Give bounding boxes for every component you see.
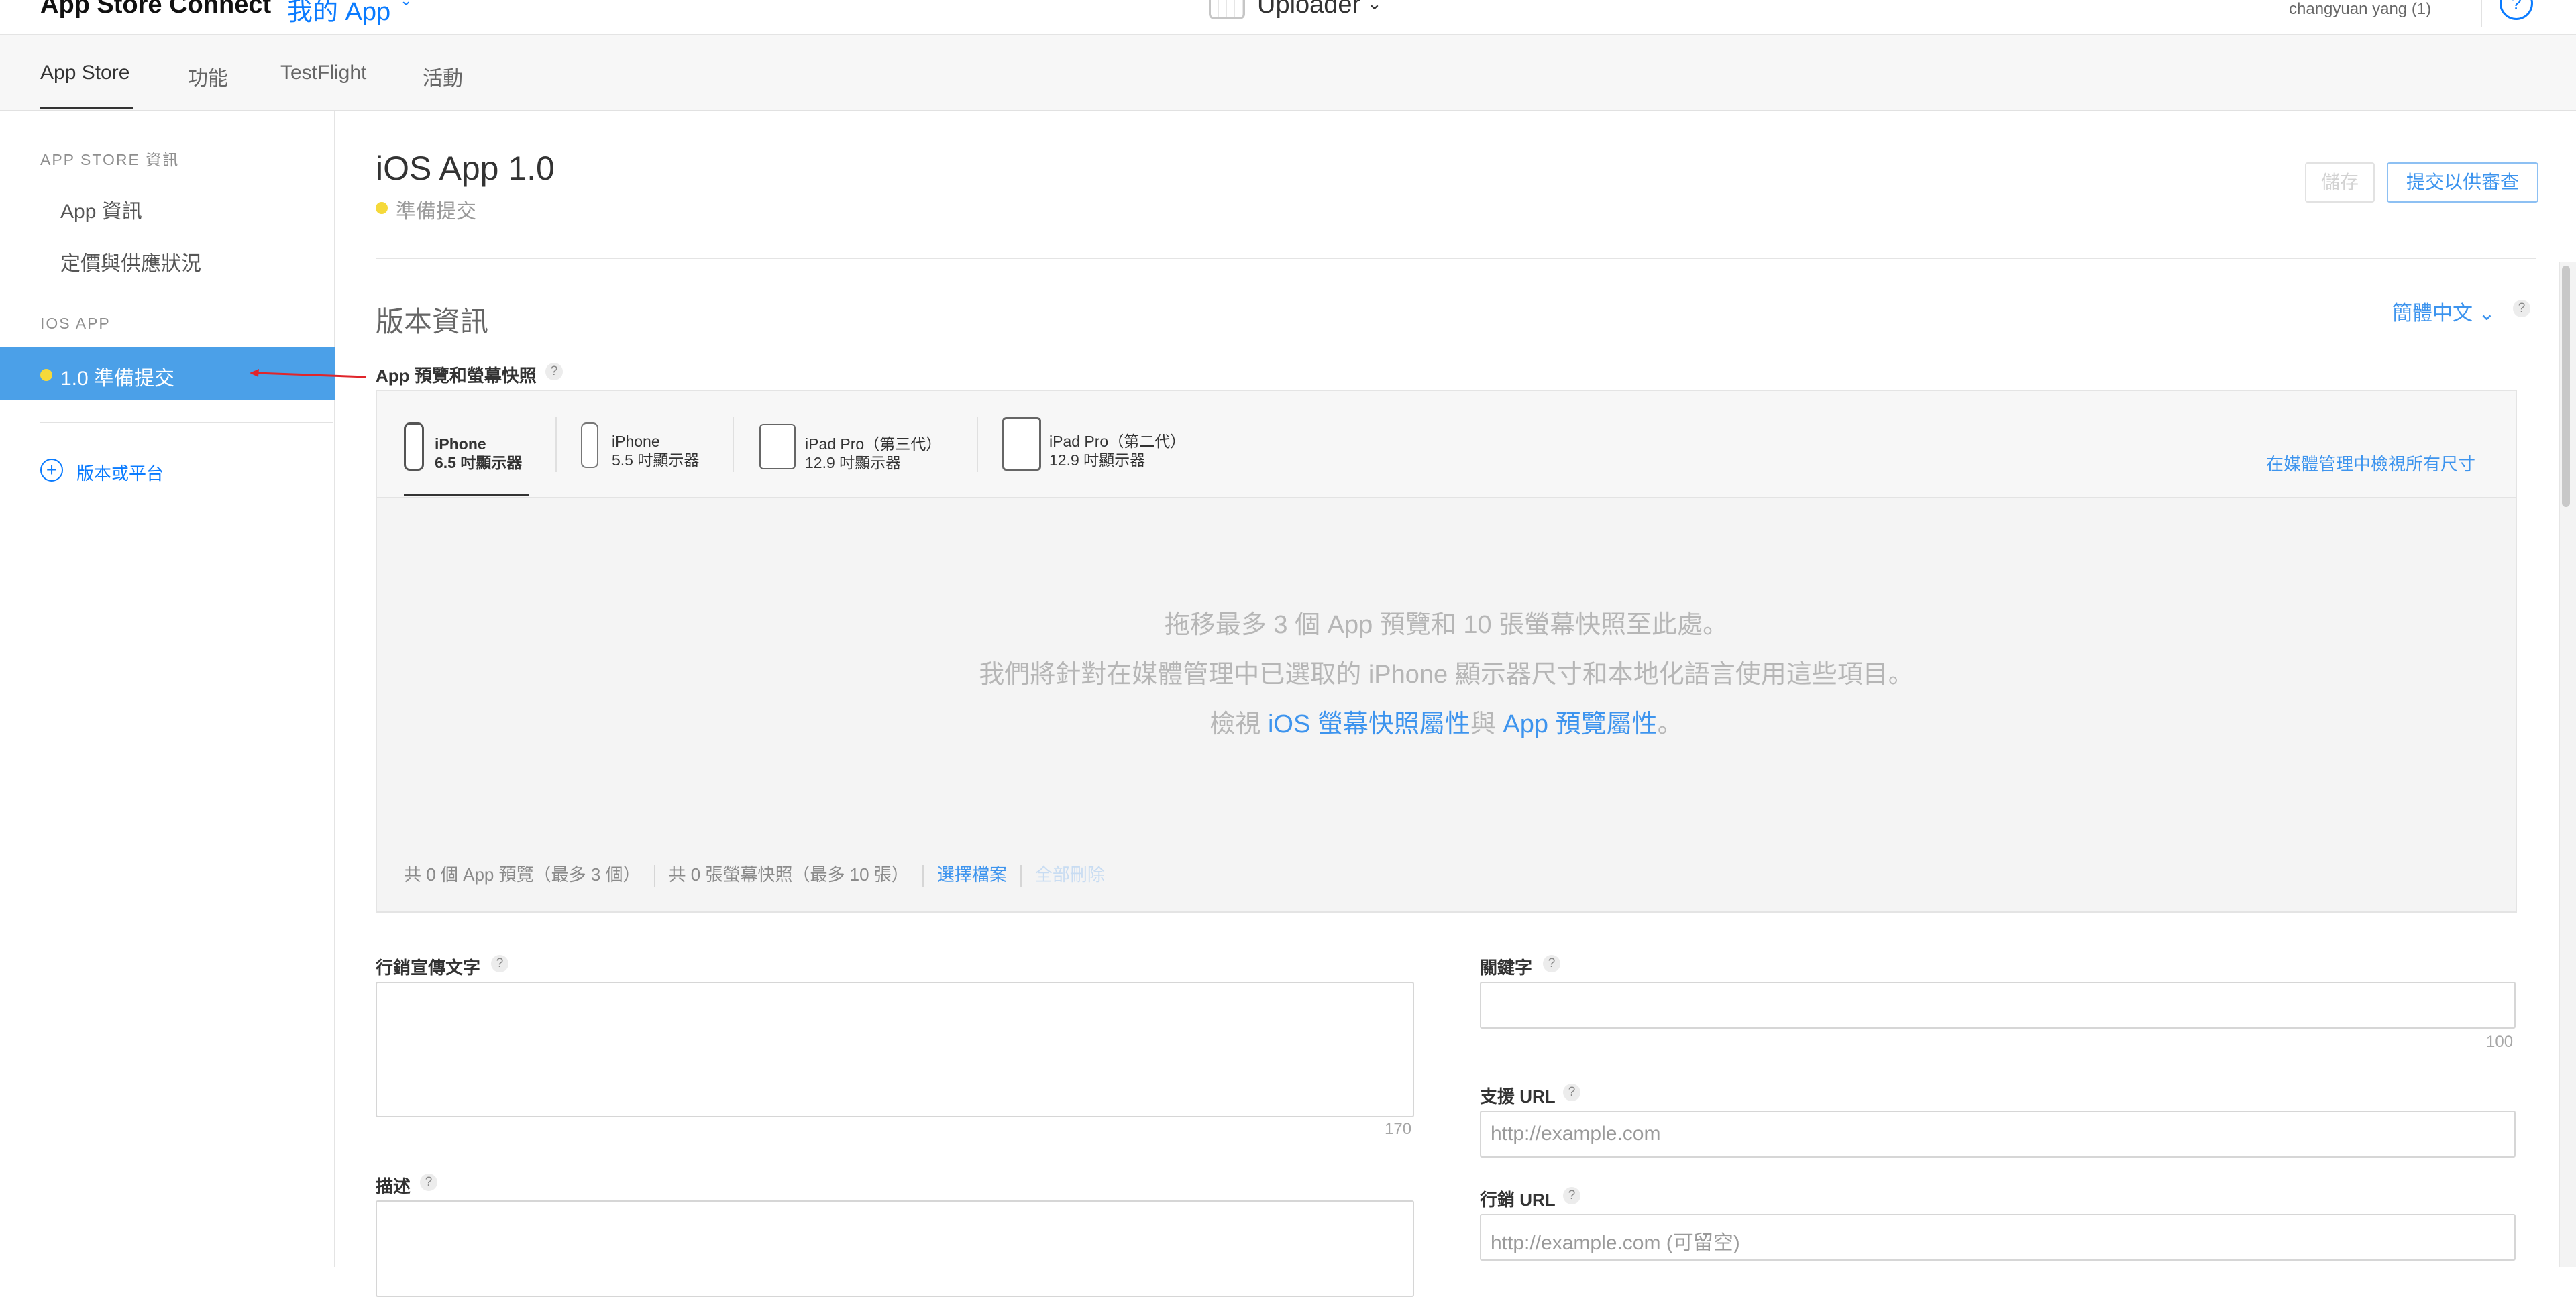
page-title: iOS App 1.0 bbox=[376, 150, 555, 187]
app-tab-bar bbox=[0, 35, 2576, 111]
drop-instructions-links: 檢視 iOS 螢幕快照屬性與 App 預覽屬性。 bbox=[377, 703, 2516, 740]
app-icon bbox=[1209, 0, 1245, 19]
help-icon[interactable]: ? bbox=[420, 1174, 437, 1191]
sidebar-section-app-store: APP STORE 資訊 bbox=[40, 151, 180, 168]
annotation-arrow-icon bbox=[250, 369, 367, 378]
app-switcher[interactable]: Uploader bbox=[1257, 0, 1360, 19]
device-size[interactable]: 6.5 吋顯示器 bbox=[435, 454, 522, 471]
marketing-url-label: 行銷 URL bbox=[1480, 1190, 1556, 1210]
user-account-name[interactable]: changyuan yang (1) bbox=[2289, 0, 2431, 19]
screenshot-count: 共 0 張螢幕快照（最多 10 張） bbox=[668, 864, 909, 885]
ios-screenshot-properties-link[interactable]: iOS 螢幕快照屬性 bbox=[1268, 710, 1470, 738]
device-size[interactable]: 5.5 吋顯示器 bbox=[612, 451, 699, 469]
device-name[interactable]: iPad Pro（第二代） bbox=[1049, 433, 1185, 450]
ipad-pro-3rd-gen-icon[interactable] bbox=[759, 424, 796, 469]
choose-file-link[interactable]: 選擇檔案 bbox=[937, 864, 1007, 885]
device-tab-iphone-6-5[interactable]: iPhone 6.5 吋顯示器 bbox=[435, 435, 522, 472]
status-dot bbox=[376, 202, 388, 214]
iphone-6-5-icon[interactable] bbox=[404, 422, 424, 471]
promo-text-label: 行銷宣傳文字 bbox=[376, 958, 481, 978]
support-url-label: 支援 URL bbox=[1480, 1086, 1556, 1107]
chevron-down-icon[interactable]: ⌄ bbox=[400, 0, 412, 9]
device-name[interactable]: iPad Pro（第三代） bbox=[805, 435, 941, 453]
chevron-down-icon[interactable]: ⌄ bbox=[2478, 302, 2495, 325]
device-name[interactable]: iPhone bbox=[435, 435, 486, 453]
submit-for-review-button[interactable]: 提交以供審查 bbox=[2387, 162, 2538, 203]
sidebar-item-pricing[interactable]: 定價與供應狀況 bbox=[60, 247, 201, 276]
iphone-5-5-icon[interactable] bbox=[581, 422, 598, 468]
sidebar-item-app-info[interactable]: App 資訊 bbox=[60, 194, 142, 224]
device-size[interactable]: 12.9 吋顯示器 bbox=[805, 454, 901, 471]
media-footer: 共 0 個 App 預覽（最多 3 個） 共 0 張螢幕快照（最多 10 張） 選擇… bbox=[404, 861, 1105, 887]
help-icon[interactable]: ? bbox=[491, 955, 508, 972]
drop-text: 。 bbox=[1657, 710, 1683, 738]
drop-text: 與 bbox=[1470, 710, 1503, 738]
support-url-placeholder: http://example.com bbox=[1491, 1123, 1661, 1145]
sidebar bbox=[0, 111, 335, 1267]
device-tab-divider bbox=[555, 417, 557, 472]
description-field[interactable] bbox=[376, 1200, 1414, 1297]
tab-features[interactable]: 功能 bbox=[188, 62, 228, 91]
device-tab-iphone-5-5[interactable]: iPhone 5.5 吋顯示器 bbox=[612, 432, 699, 469]
active-device-indicator bbox=[404, 494, 529, 496]
sidebar-section-ios-app: IOS APP bbox=[40, 315, 111, 332]
version-info-heading: 版本資訊 bbox=[376, 306, 489, 337]
help-icon[interactable]: ? bbox=[2513, 300, 2530, 317]
device-tab-ipad-pro-3rd-gen[interactable]: iPad Pro（第三代） 12.9 吋顯示器 bbox=[805, 435, 941, 472]
add-version-or-platform-link[interactable]: 版本或平台 bbox=[76, 460, 164, 485]
preview-count: 共 0 個 App 預覽（最多 3 個） bbox=[404, 864, 641, 885]
marketing-url-placeholder: http://example.com (可留空) bbox=[1491, 1232, 1740, 1254]
footer-divider bbox=[922, 865, 924, 887]
tab-app-store[interactable]: App Store bbox=[40, 62, 129, 84]
footer-divider bbox=[653, 865, 655, 887]
media-section-label: App 預覽和螢幕快照 bbox=[376, 365, 537, 386]
footer-divider bbox=[1020, 865, 1022, 887]
my-apps-link[interactable]: 我的 App bbox=[287, 0, 390, 27]
tab-activity[interactable]: 活動 bbox=[423, 62, 463, 91]
app-store-connect-logo[interactable]: App Store Connect bbox=[40, 0, 271, 19]
device-size[interactable]: 12.9 吋顯示器 bbox=[1049, 451, 1145, 469]
help-icon[interactable]: ? bbox=[545, 363, 563, 380]
scrollbar-thumb[interactable] bbox=[2562, 266, 2570, 507]
sidebar-divider bbox=[40, 422, 333, 423]
device-tab-divider bbox=[977, 417, 978, 472]
keywords-field[interactable] bbox=[1480, 982, 2516, 1029]
device-tab-divider bbox=[733, 417, 734, 472]
device-name[interactable]: iPhone bbox=[612, 433, 660, 450]
add-circle-icon[interactable]: + bbox=[40, 459, 63, 482]
sidebar-item-label[interactable]: 1.0 準備提交 bbox=[60, 361, 174, 391]
language-selector[interactable]: 簡體中文 ⌄ bbox=[2392, 296, 2495, 326]
ipad-pro-2nd-gen-icon[interactable] bbox=[1002, 417, 1041, 471]
promo-text-field[interactable] bbox=[376, 982, 1414, 1117]
help-icon[interactable]: ? bbox=[1563, 1187, 1580, 1204]
delete-all-link[interactable]: 全部刪除 bbox=[1035, 864, 1105, 885]
status-dot bbox=[40, 369, 52, 381]
header-divider bbox=[376, 258, 2536, 259]
drop-text: 檢視 bbox=[1210, 710, 1268, 738]
active-tab-indicator bbox=[40, 107, 133, 109]
app-preview-properties-link[interactable]: App 預覽屬性 bbox=[1503, 710, 1657, 738]
help-icon[interactable]: ? bbox=[1563, 1084, 1580, 1101]
promo-text-counter: 170 bbox=[1385, 1120, 1412, 1138]
chevron-down-icon[interactable]: ⌄ bbox=[1367, 0, 1382, 14]
keywords-label: 關鍵字 bbox=[1480, 958, 1533, 978]
language-label[interactable]: 簡體中文 bbox=[2392, 302, 2473, 325]
drop-instructions: 拖移最多 3 個 App 預覽和 10 張螢幕快照至此處。 bbox=[1164, 611, 1729, 639]
help-icon[interactable]: ? bbox=[1543, 955, 1560, 972]
save-button[interactable]: 儲存 bbox=[2305, 162, 2375, 203]
keywords-counter: 100 bbox=[2486, 1033, 2514, 1051]
drop-instructions-detail: 我們將針對在媒體管理中已選取的 iPhone 顯示器尺寸和本地化語言使用這些項目… bbox=[979, 661, 1914, 689]
header-divider bbox=[2481, 0, 2482, 27]
description-label: 描述 bbox=[376, 1176, 411, 1196]
status-badge: 準備提交 bbox=[396, 201, 476, 223]
device-tab-ipad-pro-2nd-gen[interactable]: iPad Pro（第二代） 12.9 吋顯示器 bbox=[1049, 432, 1185, 469]
view-all-sizes-link[interactable]: 在媒體管理中檢視所有尺寸 bbox=[2266, 451, 2475, 475]
tab-testflight[interactable]: TestFlight bbox=[280, 62, 366, 84]
